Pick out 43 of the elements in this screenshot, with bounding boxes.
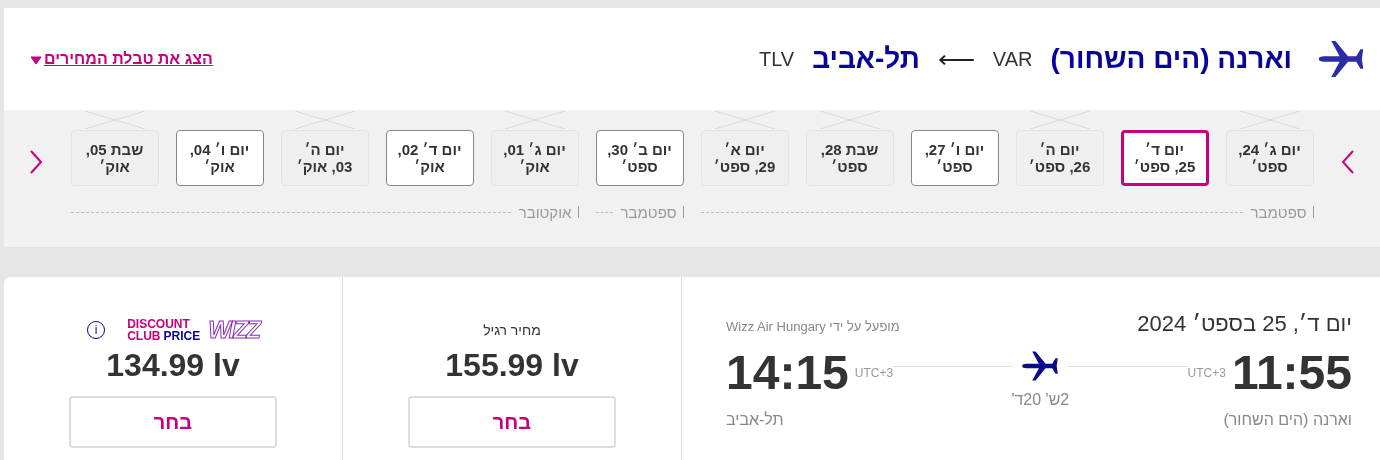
date-option[interactable]: יום ד׳ 25, ספט׳	[1120, 130, 1209, 186]
destination-city: תל-אביב	[812, 43, 920, 75]
fare-price: 155.99 lv	[445, 347, 579, 384]
date-option[interactable]: יום ג׳ 01, אוק׳	[490, 130, 579, 186]
date-option[interactable]: יום ב׳ 30, ספט׳	[595, 130, 684, 186]
brand-logo: WIZZ	[208, 316, 259, 344]
select-button[interactable]: בחר	[408, 396, 616, 448]
fare-price: 134.99 lv	[106, 347, 240, 384]
date-option[interactable]: שבת 05, אוק׳	[70, 130, 159, 186]
origin-city: וארנה (הים השחור)	[1050, 43, 1292, 75]
select-button[interactable]: בחר	[69, 396, 277, 448]
date-option[interactable]: יום ה׳ 26, ספט׳	[1015, 130, 1104, 186]
date-option[interactable]: יום ג׳ 24, ספט׳	[1225, 130, 1314, 186]
flight-date: יום ד׳, 25 בספט׳ 2024	[1137, 311, 1352, 337]
departure-city: וארנה (הים השחור)	[1222, 411, 1352, 429]
timezone-label: UTC+3	[854, 366, 894, 380]
date-option[interactable]: יום ו׳ 04, אוק׳	[175, 130, 264, 186]
fare-label: מחיר רגיל	[483, 322, 541, 338]
operator-text: מופעל על ידי Wizz Air Hungary	[726, 319, 900, 334]
month-label: אוקטובר	[518, 203, 572, 221]
destination-code: TLV	[758, 47, 795, 71]
date-option[interactable]: יום ד׳ 02, אוק׳	[385, 130, 474, 186]
route-arrow: ⟵	[937, 46, 975, 72]
club-text: CLUB	[127, 330, 161, 342]
price-text: PRICE	[163, 330, 201, 342]
date-option[interactable]: שבת 28, ספט׳	[805, 130, 894, 186]
departure-time: 11:55	[1231, 349, 1352, 397]
timezone-label: UTC+3	[1187, 366, 1226, 380]
month-label: ספטמבר	[1250, 203, 1307, 221]
chevron-right-icon	[29, 149, 43, 175]
caret-icon	[30, 55, 42, 65]
discount-text: DISCOUNT	[127, 318, 191, 330]
month-label: ספטמבר	[620, 203, 677, 221]
chevron-left-icon	[1341, 149, 1355, 175]
airplane-icon	[1020, 349, 1061, 383]
arrival-time: 14:15	[726, 349, 849, 397]
arrival-city: תל-אביב	[726, 411, 784, 429]
price-table-link[interactable]: הצג את טבלת המחירים	[30, 50, 213, 68]
flight-duration: 2ש' 20ד'	[1011, 391, 1070, 409]
date-option[interactable]: יום א׳ 29, ספט׳	[700, 130, 789, 186]
date-option[interactable]: יום ה׳ 03, אוק׳	[280, 130, 369, 186]
date-option[interactable]: יום ו׳ 27, ספט׳	[910, 130, 999, 186]
origin-code: VAR	[992, 47, 1033, 71]
